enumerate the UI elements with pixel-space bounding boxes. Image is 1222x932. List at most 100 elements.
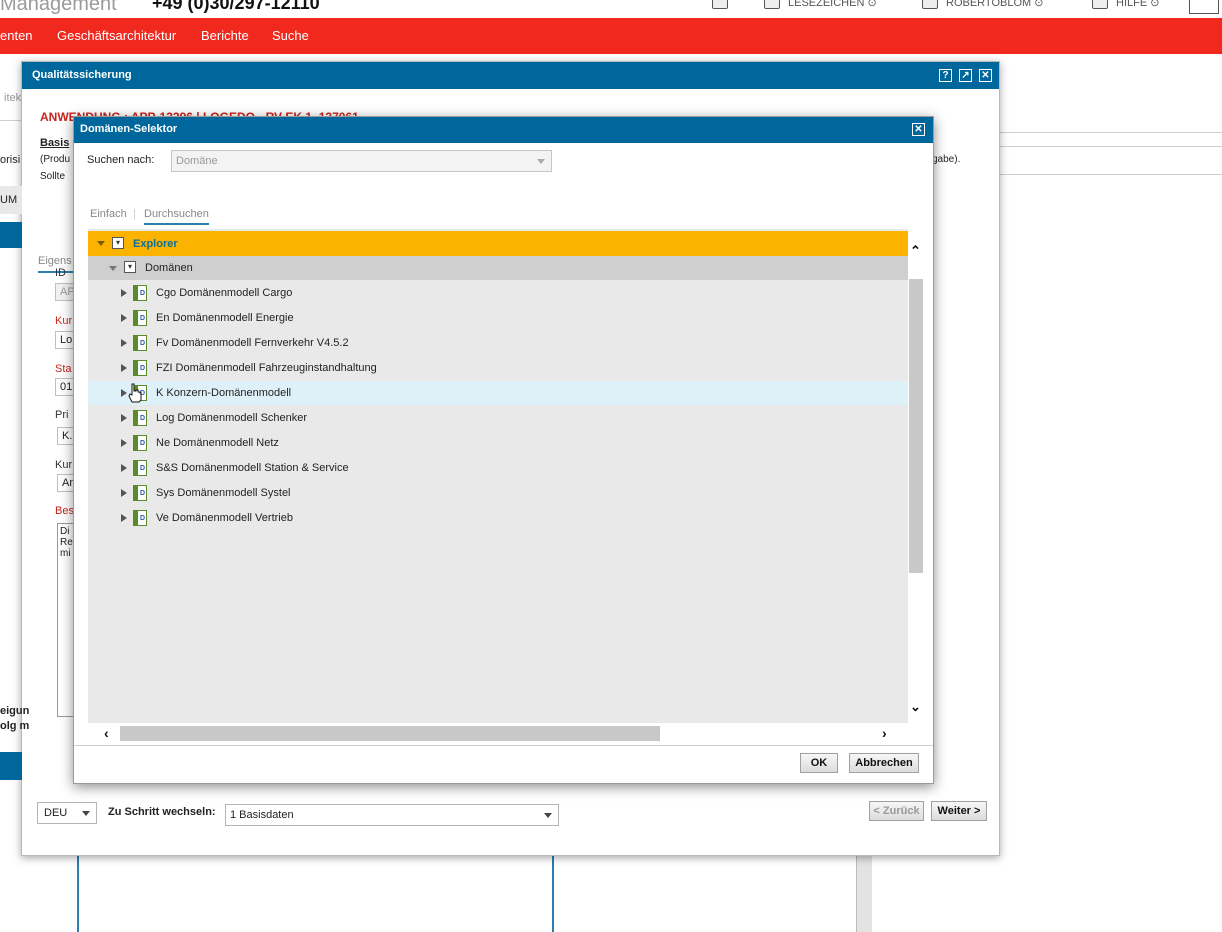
expand-arrow-icon[interactable] bbox=[121, 314, 127, 322]
tree-row-domain[interactable]: D Sys Domänenmodell Systel bbox=[88, 481, 908, 505]
hint-text: (Produ bbox=[40, 154, 71, 165]
field-label-description: Bes bbox=[55, 505, 74, 517]
nav-item-business-architecture[interactable]: Geschäftsarchitektur bbox=[57, 28, 176, 43]
tree-row-domain[interactable]: D Cgo Domänenmodell Cargo bbox=[88, 281, 908, 305]
expand-arrow-icon[interactable] bbox=[121, 514, 127, 522]
expand-arrow-icon[interactable] bbox=[121, 464, 127, 472]
horizontal-scrollbar[interactable]: ‹ › bbox=[88, 723, 908, 745]
bg-panel-border bbox=[77, 856, 79, 932]
bg-blue-bar bbox=[0, 222, 22, 248]
chevron-left-icon[interactable]: ‹ bbox=[104, 725, 109, 741]
cancel-button[interactable]: Abbrechen bbox=[849, 753, 919, 773]
chevron-down-icon[interactable]: ⌄ bbox=[910, 699, 921, 715]
bookmarks-label: LESEZEICHEN ⊙ bbox=[788, 0, 877, 9]
nav-item-reports[interactable]: Berichte bbox=[201, 28, 249, 43]
language-value: DEU bbox=[44, 807, 68, 819]
home-link[interactable] bbox=[712, 0, 728, 9]
tab-browse[interactable]: Durchsuchen bbox=[144, 208, 209, 225]
tree-row-label: En Domänenmodell Energie bbox=[156, 312, 294, 324]
hint-text: Sollte bbox=[40, 171, 66, 182]
tree-row-domain[interactable]: D Ne Domänenmodell Netz bbox=[88, 431, 908, 455]
field-label-priority: Pri bbox=[55, 409, 69, 421]
tree-row-domain[interactable]: D Fv Domänenmodell Fernverkehr V4.5.2 bbox=[88, 331, 908, 355]
domain-selector-header: Domänen-Selektor ✕ bbox=[74, 117, 933, 143]
tree-row-label: Sys Domänenmodell Systel bbox=[156, 487, 291, 499]
user-label: ROBERTOBLOM ⊙ bbox=[946, 0, 1044, 9]
bg-table-header: UM bbox=[0, 186, 22, 214]
expand-arrow-icon[interactable] bbox=[109, 266, 117, 271]
bg-divider bbox=[0, 120, 22, 121]
logout-button[interactable] bbox=[1189, 0, 1219, 14]
tree-node-domains[interactable]: ▾ Domänen bbox=[88, 256, 908, 280]
field-label-status: Sta bbox=[55, 363, 72, 375]
back-button[interactable]: < Zurück bbox=[869, 801, 924, 821]
domain-model-icon: D bbox=[133, 460, 147, 476]
expand-arrow-icon[interactable] bbox=[97, 241, 105, 246]
next-button[interactable]: Weiter > bbox=[931, 801, 987, 821]
step-value: 1 Basisdaten bbox=[230, 809, 294, 821]
tree-row-label: Cgo Domänenmodell Cargo bbox=[156, 287, 293, 299]
bookmarks-link[interactable]: LESEZEICHEN ⊙ bbox=[764, 0, 877, 9]
tree-node-explorer[interactable]: ▾ Explorer bbox=[88, 231, 908, 256]
domain-model-icon: D bbox=[133, 435, 147, 451]
tree-row-domain[interactable]: D S&S Domänenmodell Station & Service bbox=[88, 456, 908, 480]
tab-separator: | bbox=[133, 208, 136, 220]
section-basis: Basis bbox=[40, 137, 70, 149]
user-menu-link[interactable]: ROBERTOBLOM ⊙ bbox=[922, 0, 1043, 9]
ok-button[interactable]: OK bbox=[800, 753, 838, 773]
app-title: Management bbox=[0, 0, 117, 15]
close-icon[interactable]: ✕ bbox=[912, 123, 925, 136]
field-label-id: ID bbox=[55, 267, 66, 279]
language-select[interactable]: DEU bbox=[37, 802, 97, 824]
bg-blue-bar bbox=[0, 752, 22, 780]
vertical-scrollbar[interactable]: ⌃ ⌄ bbox=[908, 229, 923, 745]
domain-selector-title: Domänen-Selektor bbox=[80, 123, 178, 135]
help-icon bbox=[1092, 0, 1108, 9]
chevron-up-icon[interactable]: ⌃ bbox=[910, 243, 921, 259]
expand-arrow-icon[interactable] bbox=[121, 439, 127, 447]
tree-row-label: Fv Domänenmodell Fernverkehr V4.5.2 bbox=[156, 337, 349, 349]
qs-dialog-header: Qualitätssicherung ? ↗ ✕ bbox=[22, 62, 999, 89]
domain-tree: ▾ Explorer ▾ Domänen D Cgo Domänenmodell… bbox=[88, 229, 923, 745]
search-by-label: Suchen nach: bbox=[87, 154, 155, 166]
nav-item-search[interactable]: Suche bbox=[272, 28, 309, 43]
nav-item-components[interactable]: enten bbox=[0, 28, 33, 43]
popout-icon[interactable]: ↗ bbox=[959, 69, 972, 82]
tab-simple[interactable]: Einfach bbox=[90, 208, 127, 220]
home-icon bbox=[712, 0, 728, 9]
tree-row-domain[interactable]: D En Domänenmodell Energie bbox=[88, 306, 908, 330]
step-select[interactable]: 1 Basisdaten bbox=[225, 804, 559, 826]
main-nav: enten Geschäftsarchitektur Berichte Such… bbox=[0, 18, 1222, 54]
domain-model-icon: D bbox=[133, 410, 147, 426]
help-link[interactable]: HILFE ⊙ bbox=[1092, 0, 1159, 9]
chevron-right-icon[interactable]: › bbox=[882, 725, 887, 741]
expand-arrow-icon[interactable] bbox=[121, 489, 127, 497]
expand-arrow-icon[interactable] bbox=[121, 289, 127, 297]
tree-row-domain[interactable]: D Log Domänenmodell Schenker bbox=[88, 406, 908, 430]
domain-selector-dialog: Domänen-Selektor ✕ Suchen nach: Domäne E… bbox=[73, 116, 934, 784]
tree-row-label: Ve Domänenmodell Vertrieb bbox=[156, 512, 293, 524]
horizontal-scroll-thumb[interactable] bbox=[120, 726, 660, 741]
tree-row-domain[interactable]: D FZI Domänenmodell Fahrzeuginstandhaltu… bbox=[88, 356, 908, 380]
bg-fragment-architecture: itek bbox=[4, 92, 22, 104]
user-icon bbox=[922, 0, 938, 9]
expand-arrow-icon[interactable] bbox=[121, 339, 127, 347]
tree-row-label: Log Domänenmodell Schenker bbox=[156, 412, 308, 424]
expand-arrow-icon[interactable] bbox=[121, 364, 127, 372]
help-icon[interactable]: ? bbox=[939, 69, 952, 82]
folder-icon: ▾ bbox=[124, 261, 136, 273]
tree-row-label: FZI Domänenmodell Fahrzeuginstandhaltung bbox=[156, 362, 377, 374]
close-icon[interactable]: ✕ bbox=[979, 69, 992, 82]
vertical-scroll-thumb[interactable] bbox=[909, 279, 923, 573]
tree-row-domain[interactable]: D Ve Domänenmodell Vertrieb bbox=[88, 506, 908, 530]
search-by-select[interactable]: Domäne bbox=[171, 150, 552, 172]
bg-panel-border bbox=[552, 856, 554, 932]
divider bbox=[74, 745, 933, 746]
tree-node-label: Explorer bbox=[133, 238, 178, 250]
expand-arrow-icon[interactable] bbox=[121, 414, 127, 422]
tree-row-domain-hovered[interactable]: D K Konzern-Domänenmodell bbox=[88, 381, 908, 405]
bg-divider bbox=[1000, 174, 1222, 175]
expand-arrow-icon[interactable] bbox=[121, 389, 127, 397]
hint-text-end: gabe). bbox=[932, 154, 961, 165]
qs-dialog-footer: DEU Zu Schritt wechseln: 1 Basisdaten < … bbox=[22, 789, 999, 855]
